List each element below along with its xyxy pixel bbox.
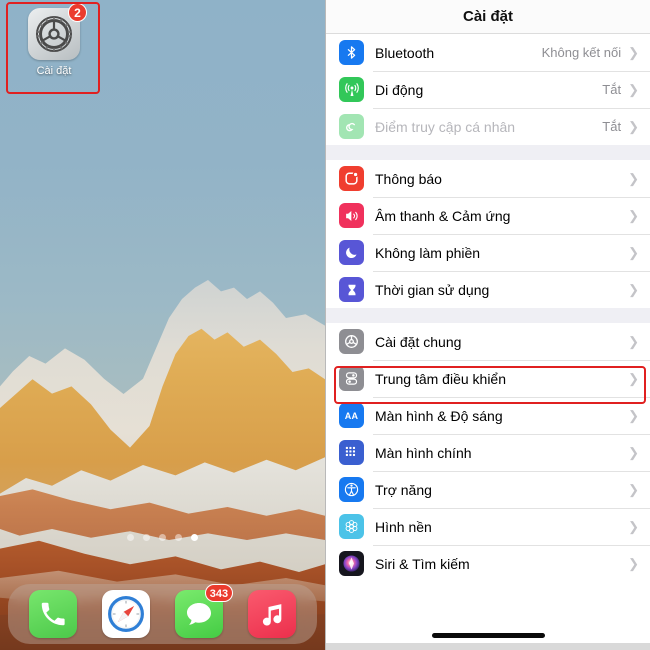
gear-icon [339,329,364,354]
settings-row-general[interactable]: Cài đặt chung ❯ [326,323,650,360]
iphone-home-screen: 2 Cài đặt 343 [0,0,325,650]
page-dot-3[interactable] [159,534,166,541]
settings-row-accessibility[interactable]: Trợ năng ❯ [326,471,650,508]
bottom-strip [326,643,650,650]
settings-panel: Cài đặt Bluetooth Không kết nối ❯ Di độn… [325,0,650,650]
dock: 343 [8,584,317,644]
chevron-right-icon: ❯ [628,119,639,134]
settings-row-label: Trung tâm điều khiển [375,370,506,387]
home-indicator-bar [431,633,545,638]
chevron-right-icon: ❯ [628,208,639,223]
chevron-right-icon: ❯ [628,408,639,423]
accessibility-person-icon [339,477,364,502]
page-indicator-dots[interactable] [0,534,325,541]
settings-app-label: Cài đặt [36,65,72,77]
settings-row-label: Thông báo [375,170,442,187]
sound-speaker-icon [339,203,364,228]
home-indicator [326,633,650,638]
settings-app-icon[interactable]: 2 Cài đặt [14,3,94,77]
settings-row-do-not-disturb[interactable]: Không làm phiền ❯ [326,234,650,271]
siri-orb-icon [339,551,364,576]
settings-row-screen-time[interactable]: Thời gian sử dụng ❯ [326,271,650,308]
settings-row-personal-hotspot[interactable]: Điểm truy cập cá nhân Tắt ❯ [326,108,650,145]
general-group: Cài đặt chung ❯ Trung tâm điều khiển ❯ A… [326,323,650,582]
page-dot-5[interactable] [191,534,198,541]
group-separator [326,145,650,160]
page-title: Cài đặt [462,8,513,25]
settings-row-label: Màn hình chính [375,444,472,461]
alerts-group: Thông báo ❯ Âm thanh & Cảm ứng ❯ Không l… [326,160,650,308]
settings-row-label: Trợ năng [375,481,432,498]
messages-app-icon[interactable]: 343 [175,584,234,638]
settings-row-label: Màn hình & Độ sáng [375,407,503,424]
settings-row-label: Thời gian sử dụng [375,281,490,298]
settings-row-siri-search[interactable]: Siri & Tìm kiếm ❯ [326,545,650,582]
settings-row-bluetooth[interactable]: Bluetooth Không kết nối ❯ [326,34,650,71]
home-screen-grid-icon [339,440,364,465]
chevron-right-icon: ❯ [628,482,639,497]
chevron-right-icon: ❯ [628,556,639,571]
page-dot-2[interactable] [143,534,150,541]
bluetooth-icon [339,40,364,65]
aa-text-icon: AA [339,403,364,428]
page-dot-1[interactable] [127,534,134,541]
music-app-icon[interactable] [248,590,297,638]
chevron-right-icon: ❯ [628,45,639,60]
settings-row-label: Không làm phiền [375,244,481,261]
connectivity-group: Bluetooth Không kết nối ❯ Di động Tắt ❯ [326,34,650,145]
settings-row-wallpaper[interactable]: Hình nền ❯ [326,508,650,545]
chevron-right-icon: ❯ [628,334,639,349]
settings-row-sounds-haptics[interactable]: Âm thanh & Cảm ứng ❯ [326,197,650,234]
personal-hotspot-icon [339,114,364,139]
settings-row-label: Cài đặt chung [375,333,462,350]
safari-app-icon[interactable] [101,590,150,638]
cellular-antenna-icon [339,77,364,102]
settings-row-value: Tắt [602,82,622,97]
messages-app-badge: 343 [204,584,234,602]
settings-row-control-center[interactable]: Trung tâm điều khiển ❯ [326,360,650,397]
settings-row-label: Di động [375,81,424,98]
control-center-toggles-icon [339,366,364,391]
hourglass-icon [339,277,364,302]
chevron-right-icon: ❯ [628,245,639,260]
group-separator [326,308,650,323]
page-dot-4[interactable] [175,534,182,541]
screenshot-root: 2 Cài đặt 343 Cài đặt Bluetooth Không kế… [0,0,650,650]
settings-row-value: Tắt [602,119,622,134]
app-icon-wrap: 2 [28,3,87,60]
wallpaper-flower-icon [339,514,364,539]
chevron-right-icon: ❯ [628,171,639,186]
settings-row-label: Siri & Tìm kiếm [375,555,470,572]
settings-row-value: Không kết nối [541,45,622,60]
settings-row-cellular[interactable]: Di động Tắt ❯ [326,71,650,108]
settings-row-notifications[interactable]: Thông báo ❯ [326,160,650,197]
settings-row-label: Bluetooth [375,44,435,61]
phone-app-icon[interactable] [28,590,77,638]
chevron-right-icon: ❯ [628,445,639,460]
settings-row-home-screen[interactable]: Màn hình chính ❯ [326,434,650,471]
settings-row-label: Điểm truy cập cá nhân [375,118,516,135]
settings-header: Cài đặt [326,0,650,34]
moon-icon [339,240,364,265]
chevron-right-icon: ❯ [628,82,639,97]
settings-row-display-brightness[interactable]: AA Màn hình & Độ sáng ❯ [326,397,650,434]
settings-row-label: Âm thanh & Cảm ứng [375,207,511,224]
chevron-right-icon: ❯ [628,282,639,297]
settings-app-badge: 2 [68,3,87,22]
chevron-right-icon: ❯ [628,519,639,534]
settings-row-label: Hình nền [375,518,432,535]
chevron-right-icon: ❯ [628,371,639,386]
notifications-icon [339,166,364,191]
